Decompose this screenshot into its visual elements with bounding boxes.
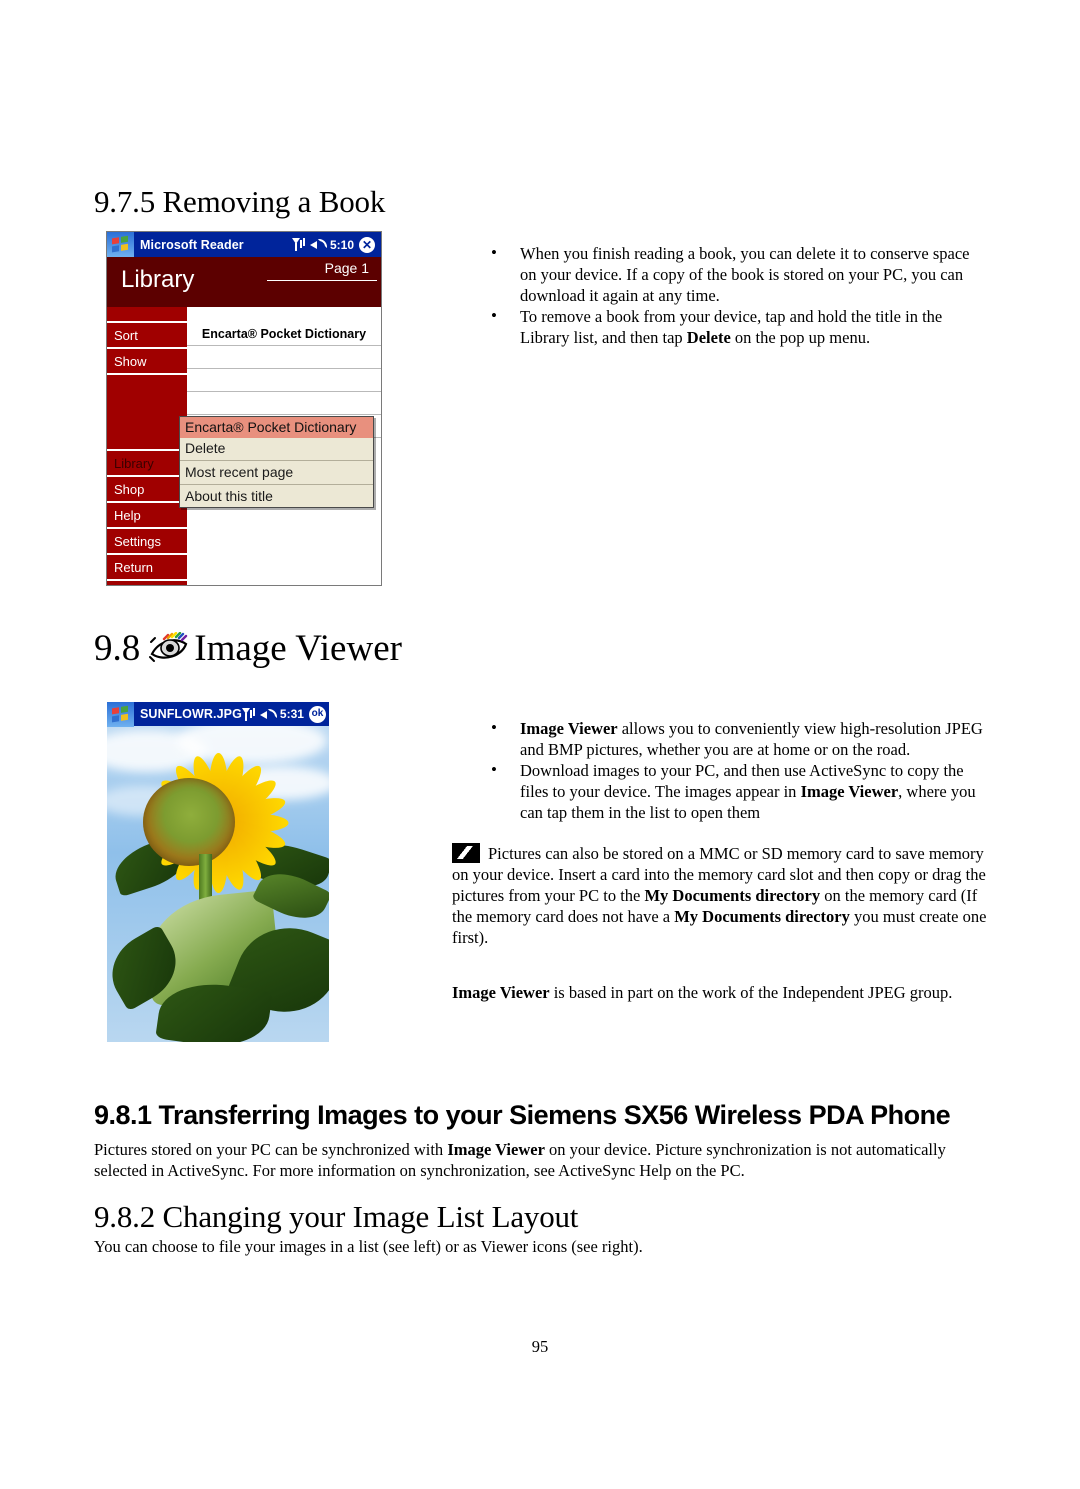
book-list-empty-row <box>187 392 381 415</box>
list-item: Image Viewer allows you to conveniently … <box>485 717 990 760</box>
popup-menu-separator <box>180 460 373 461</box>
viewer-file-name: SUNFLOWR.JPG <box>140 707 242 721</box>
library-title: Library <box>121 266 195 293</box>
list-item: To remove a book from your device, tap a… <box>485 305 990 348</box>
book-list-empty-row <box>187 369 381 392</box>
viewer-status-area: 5:31 ok <box>241 705 329 723</box>
page-number: 95 <box>531 1337 549 1356</box>
page-indicator-rule <box>267 280 377 281</box>
reader-body: Sort Show Library Shop Help Settings Ret… <box>107 307 381 585</box>
list-item: When you finish reading a book, you can … <box>485 242 990 306</box>
signal-strength-icon[interactable] <box>241 707 255 721</box>
memory-card-note: Pictures can also be stored on a MMC or … <box>452 843 992 948</box>
speaker-icon[interactable] <box>259 708 275 721</box>
popup-menu-separator <box>180 484 373 485</box>
reader-app-title: Microsoft Reader <box>140 237 244 252</box>
jpeg-credit-line: Image Viewer is based in part on the wor… <box>452 983 953 1002</box>
sidebar-item-library[interactable]: Library <box>107 451 187 477</box>
eye-icon <box>148 631 192 666</box>
note-pen-icon <box>452 843 480 863</box>
removing-book-bullets: When you finish reading a book, you can … <box>485 242 990 348</box>
note-text: Pictures can also be stored on a MMC or … <box>452 844 987 947</box>
sidebar-item-settings[interactable]: Settings <box>107 529 187 555</box>
sunflower-center <box>143 778 235 866</box>
list-item: Download images to your PC, and then use… <box>485 759 990 823</box>
heading-9-8-2: 9.8.2 Changing your Image List Layout <box>94 1199 579 1234</box>
sidebar-item-shop[interactable]: Shop <box>107 477 187 503</box>
windows-flag-glyph <box>112 235 129 254</box>
image-viewer-bullets: Image Viewer allows you to conveniently … <box>485 717 990 823</box>
page-indicator[interactable]: Page 1 <box>325 260 369 276</box>
context-popup-menu: Encarta® Pocket Dictionary Delete Most r… <box>179 416 374 508</box>
close-icon[interactable]: ✕ <box>359 236 375 253</box>
microsoft-reader-screenshot: Microsoft Reader 5:10 ✕ Library Page 1 S… <box>106 231 382 586</box>
reader-sidebar: Sort Show Library Shop Help Settings Ret… <box>107 307 187 585</box>
sidebar-item-help[interactable]: Help <box>107 503 187 529</box>
sidebar-middle-spacer <box>107 375 187 451</box>
transferring-paragraph: Pictures stored on your PC can be synchr… <box>94 1140 946 1180</box>
sidebar-top-spacer <box>107 307 187 323</box>
changing-layout-paragraph: You can choose to file your images in a … <box>94 1237 643 1256</box>
book-list-empty-row <box>187 346 381 369</box>
viewer-titlebar: SUNFLOWR.JPG 5:31 ok <box>107 702 329 727</box>
viewer-clock[interactable]: 5:31 <box>280 707 304 721</box>
reader-clock[interactable]: 5:10 <box>330 238 354 252</box>
popup-menu-item-about-this-title[interactable]: About this title <box>180 486 373 507</box>
signal-strength-icon[interactable] <box>291 238 305 251</box>
windows-start-icon[interactable] <box>107 702 134 727</box>
heading-9-8-number: 9.8 <box>94 628 141 669</box>
sunflower-photograph <box>107 726 329 1042</box>
windows-flag-glyph <box>112 705 129 723</box>
reader-status-area: 5:10 ✕ <box>291 236 381 253</box>
book-list-item[interactable]: Encarta® Pocket Dictionary <box>187 323 381 346</box>
popup-menu-item-title[interactable]: Encarta® Pocket Dictionary <box>180 417 373 438</box>
popup-menu-item-delete[interactable]: Delete <box>180 438 373 459</box>
heading-9-7-5: 9.7.5 Removing a Book <box>94 184 386 219</box>
image-viewer-screenshot: SUNFLOWR.JPG 5:31 ok <box>107 702 329 1042</box>
bullet-text-1: When you finish reading a book, you can … <box>520 244 970 305</box>
reader-library-header: Library Page 1 <box>107 257 381 307</box>
sidebar-item-return[interactable]: Return <box>107 555 187 581</box>
popup-menu-item-most-recent-page[interactable]: Most recent page <box>180 462 373 483</box>
heading-9-8-1: 9.8.1 Transferring Images to your Siemen… <box>94 1100 951 1130</box>
heading-9-8: 9.8 Image Viewer <box>94 627 402 670</box>
sidebar-item-sort[interactable]: Sort <box>107 323 187 349</box>
ok-button-icon[interactable]: ok <box>308 705 326 723</box>
windows-start-icon[interactable] <box>107 232 134 257</box>
heading-9-8-text: Image Viewer <box>194 628 402 669</box>
speaker-icon[interactable] <box>309 238 325 251</box>
reader-titlebar: Microsoft Reader 5:10 ✕ <box>107 232 381 257</box>
sidebar-item-show[interactable]: Show <box>107 349 187 375</box>
document-page: 9.7.5 Removing a Book Microsoft Reader 5… <box>0 0 1080 1489</box>
sidebar-bottom-spacer <box>107 581 187 585</box>
